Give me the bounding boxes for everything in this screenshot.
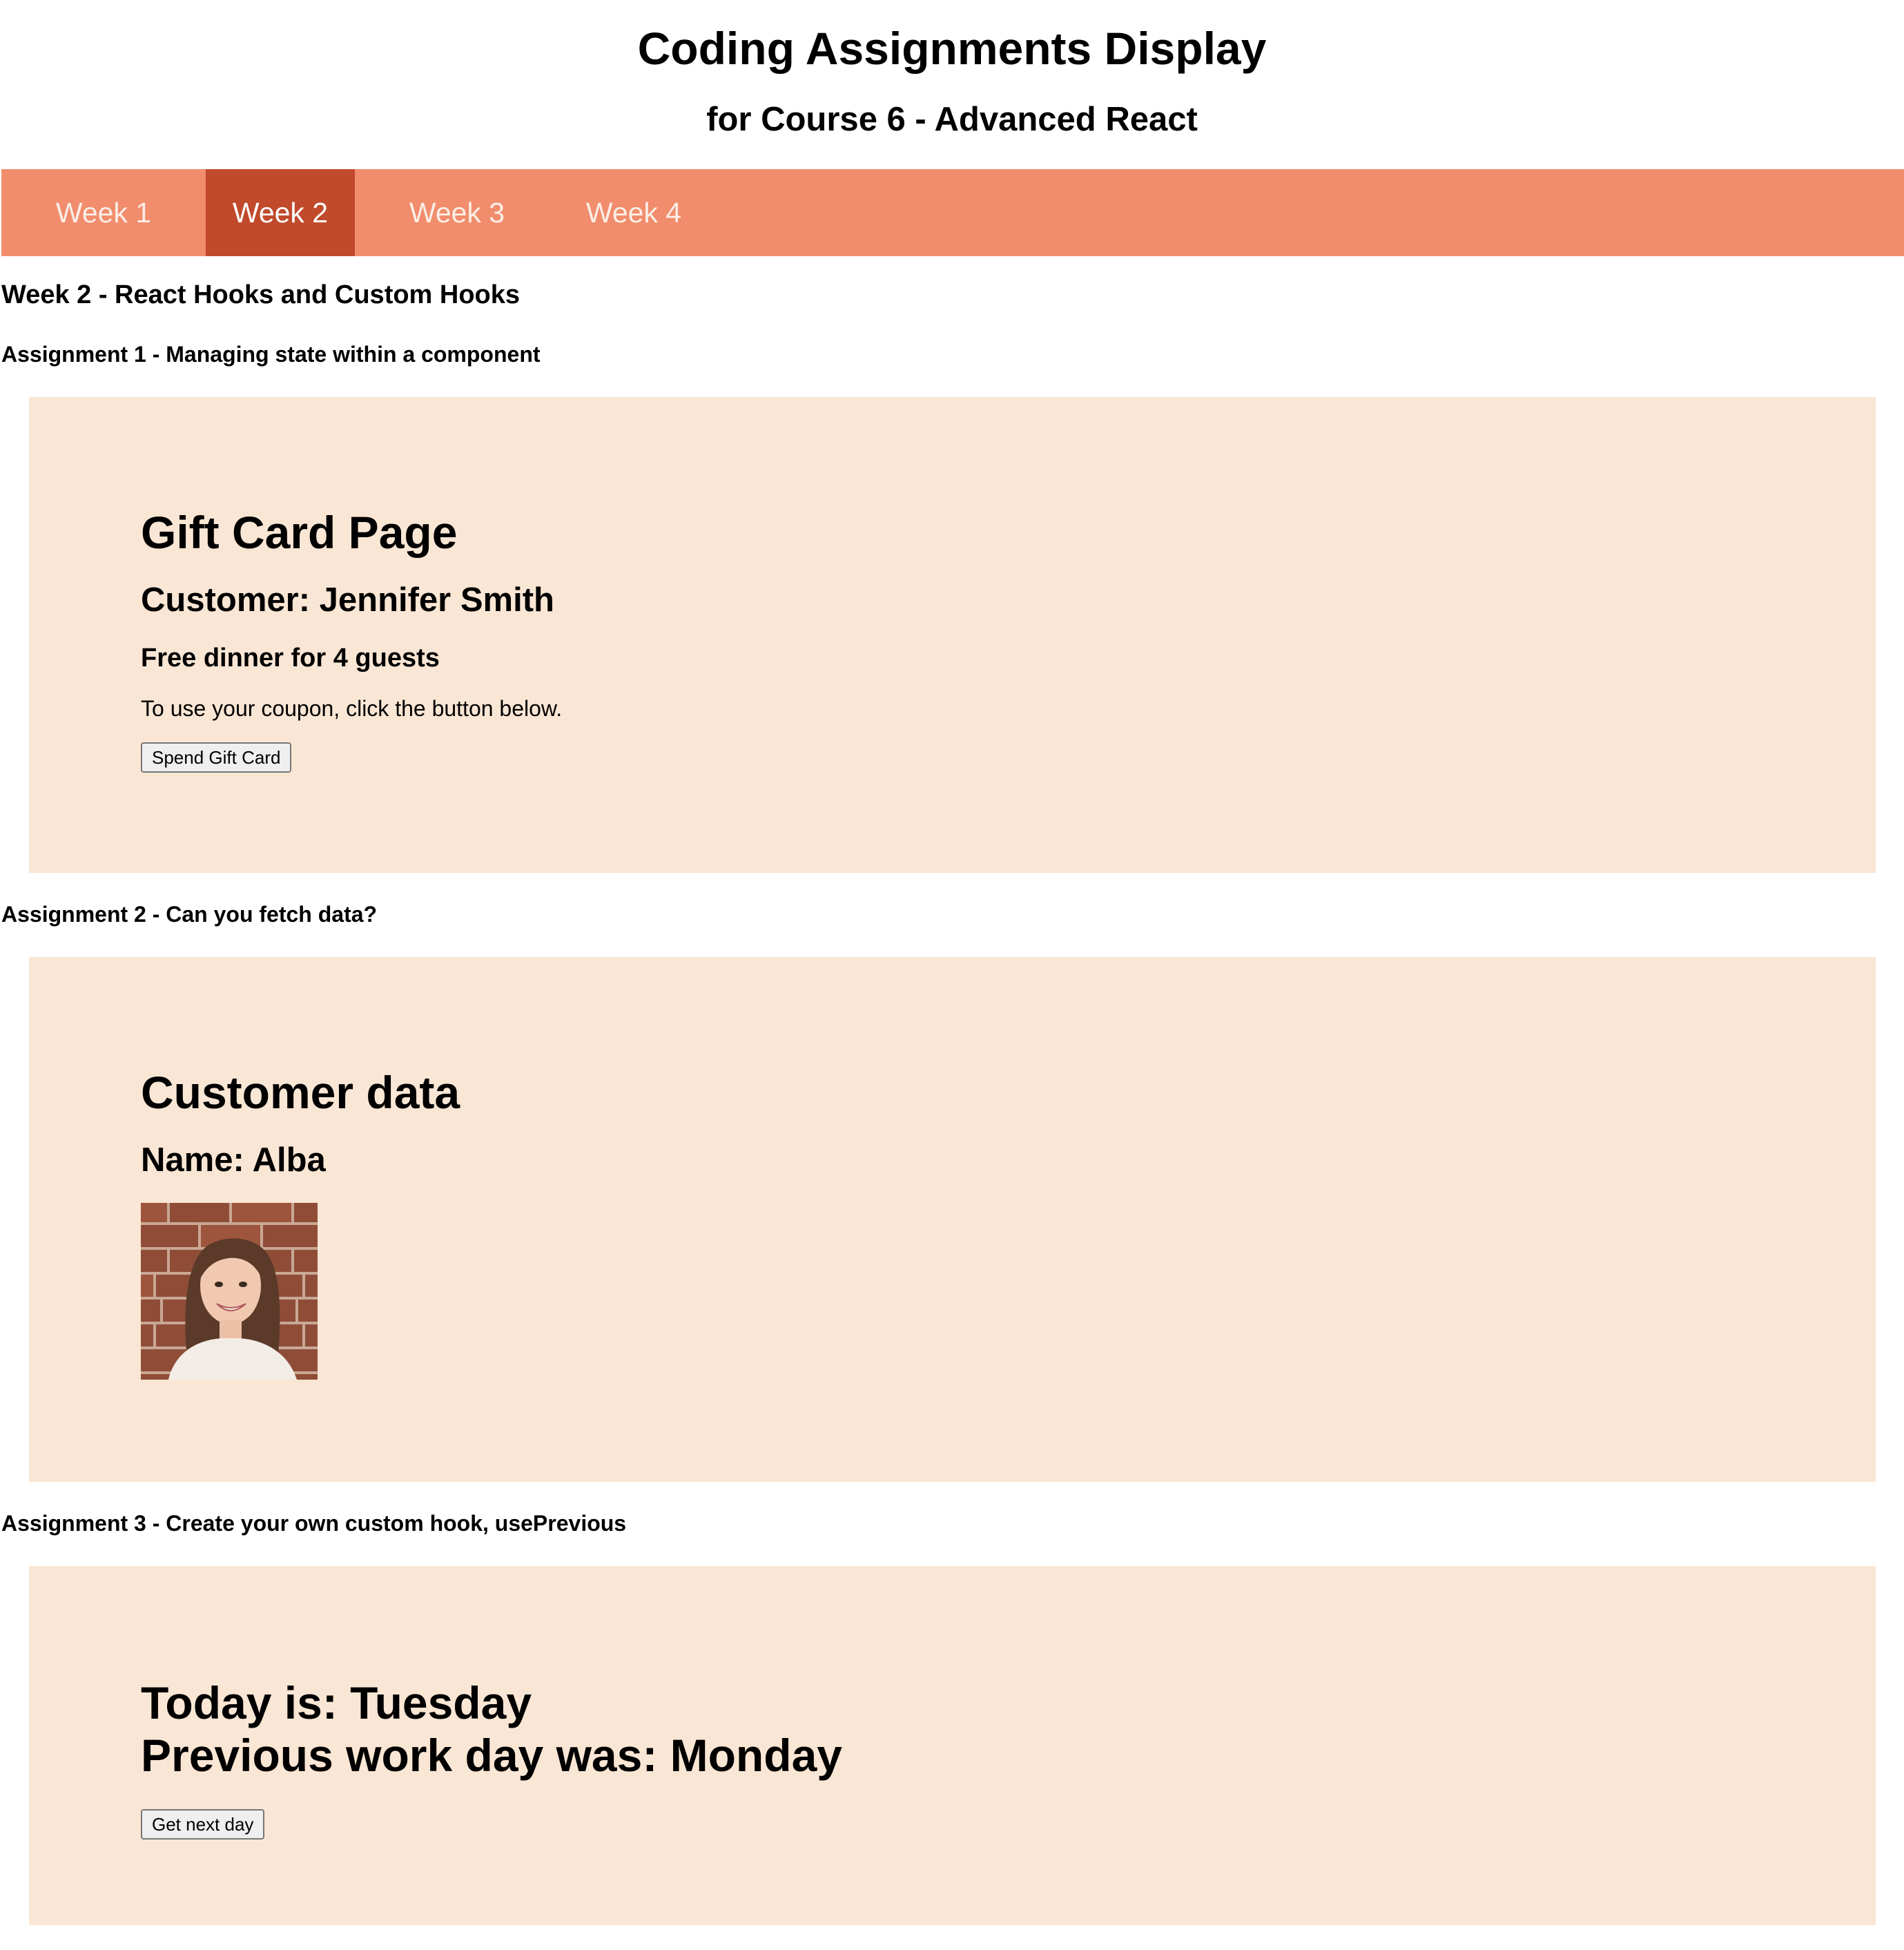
spend-gift-card-button[interactable]: Spend Gift Card bbox=[141, 742, 292, 773]
assignment-1-heading: Assignment 1 - Managing state within a c… bbox=[1, 342, 541, 367]
gift-card-instructions: To use your coupon, click the button bel… bbox=[141, 696, 563, 721]
customer-name: Customer: Jennifer Smith bbox=[141, 581, 554, 619]
use-previous-panel: Today is: Tuesday Previous work day was:… bbox=[29, 1566, 1876, 1925]
tab-week-2[interactable]: Week 2 bbox=[206, 169, 355, 256]
tab-week-4[interactable]: Week 4 bbox=[559, 169, 708, 256]
gift-card-panel: Gift Card Page Customer: Jennifer Smith … bbox=[29, 397, 1876, 873]
assignment-3-heading: Assignment 3 - Create your own custom ho… bbox=[1, 1511, 627, 1536]
page-title: Coding Assignments Display bbox=[637, 23, 1267, 74]
tab-week-1[interactable]: Week 1 bbox=[1, 169, 206, 256]
assignment-2-heading: Assignment 2 - Can you fetch data? bbox=[1, 902, 378, 927]
get-next-day-button[interactable]: Get next day bbox=[141, 1809, 265, 1840]
customer-data-title: Customer data bbox=[141, 1067, 460, 1118]
today-label: Today is: Tuesday bbox=[141, 1677, 532, 1728]
customer-data-panel: Customer data Name: Alba bbox=[29, 957, 1876, 1482]
customer-data-name: Name: Alba bbox=[141, 1141, 326, 1179]
tab-week-3[interactable]: Week 3 bbox=[355, 169, 559, 256]
page-subtitle: for Course 6 - Advanced React bbox=[706, 101, 1198, 138]
customer-photo bbox=[141, 1203, 318, 1380]
week-heading: Week 2 - React Hooks and Custom Hooks bbox=[1, 280, 521, 309]
previous-day-label: Previous work day was: Monday bbox=[141, 1730, 842, 1781]
week-navbar: Week 1 Week 2 Week 3 Week 4 bbox=[1, 169, 1904, 256]
customer-photo-icon bbox=[141, 1203, 318, 1380]
gift-card-offer: Free dinner for 4 guests bbox=[141, 644, 440, 673]
gift-card-title: Gift Card Page bbox=[141, 507, 458, 558]
